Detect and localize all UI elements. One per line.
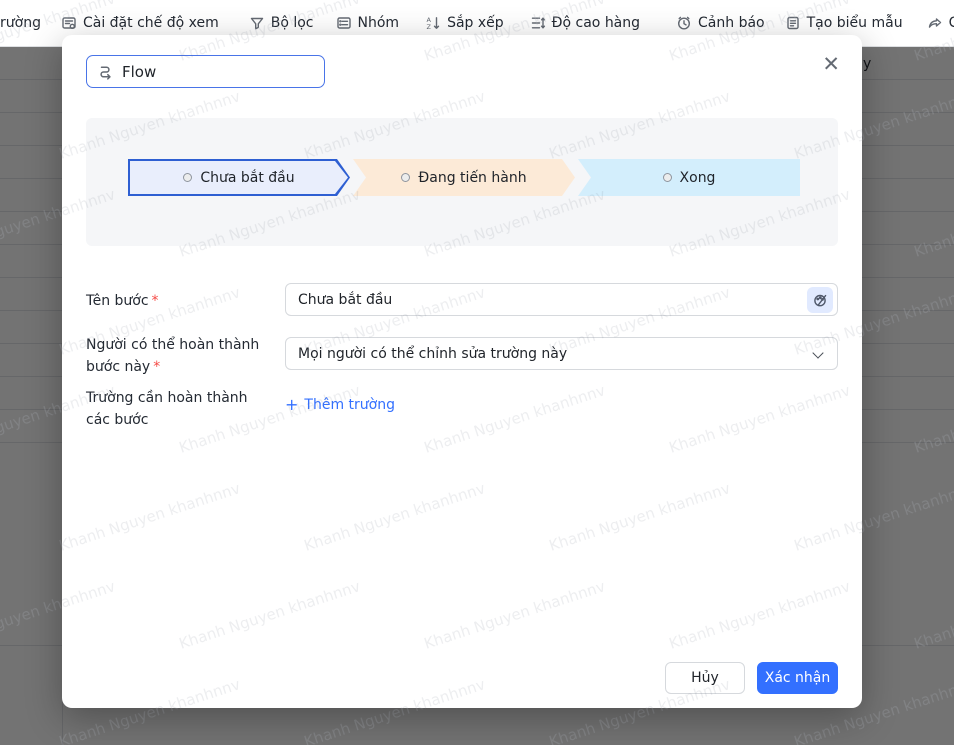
toolbar-item-sort[interactable]: A Z Sắp xếp	[425, 15, 504, 31]
palette-icon	[813, 293, 828, 308]
flow-step-done[interactable]: Xong	[578, 159, 800, 196]
toolbar-item-create-form[interactable]: Tạo biểu mẫu	[785, 15, 903, 31]
toolbar-item-label: Chia sẻ chế độ xem	[949, 15, 954, 31]
svg-text:Z: Z	[427, 23, 432, 31]
form-icon	[785, 15, 801, 31]
toolbar-item-label: Độ cao hàng	[552, 15, 640, 31]
step-name-field[interactable]: Chưa bắt đầu	[285, 283, 838, 316]
alarm-clock-icon	[676, 15, 692, 31]
step-name-value: Chưa bắt đầu	[298, 292, 392, 308]
add-field-label: Thêm trường	[304, 397, 395, 413]
workflow-icon	[97, 63, 114, 80]
toolbar-item-filter[interactable]: Bộ lọc	[249, 15, 314, 31]
confirm-button[interactable]: Xác nhận	[757, 662, 838, 694]
add-field-link[interactable]: + Thêm trường	[285, 397, 395, 413]
toolbar-item-label: Sắp xếp	[447, 15, 504, 31]
completer-label: Người có thể hoàn thành bước này*	[86, 334, 271, 378]
cancel-button[interactable]: Hủy	[665, 662, 745, 694]
flow-settings-dialog: Flow ✕ Chưa bắt đầu Đang tiến hành	[62, 35, 862, 708]
toolbar-item-view-settings[interactable]: Cài đặt chế độ xem	[61, 15, 219, 31]
toolbar-item-fields[interactable]: rường	[0, 15, 41, 31]
toolbar-item-label: rường	[0, 15, 41, 31]
required-marker: *	[152, 293, 159, 309]
flow-step-in-progress[interactable]: Đang tiến hành	[353, 159, 575, 196]
sort-icon: A Z	[425, 15, 441, 31]
step-name-label: Tên bước*	[86, 290, 271, 312]
step-status-dot-icon	[663, 173, 672, 182]
flow-step-not-started[interactable]: Chưa bắt đầu	[128, 159, 350, 196]
step-color-button[interactable]	[807, 287, 833, 313]
completer-select[interactable]: Mọi người có thể chỉnh sửa trường này	[285, 337, 838, 370]
flow-steps: Chưa bắt đầu Đang tiến hành Xong	[128, 159, 800, 196]
toolbar-item-label: Cài đặt chế độ xem	[83, 15, 219, 31]
required-marker: *	[153, 359, 160, 375]
toolbar-item-group[interactable]: Nhóm	[336, 15, 400, 31]
toolbar-item-label: Cảnh báo	[698, 15, 765, 31]
label-text: Người có thể hoàn thành bước này	[86, 337, 259, 375]
view-settings-icon	[61, 15, 77, 31]
screen: rường Cài đặt chế độ xem Bộ lọc Nhóm A Z	[0, 0, 954, 745]
flow-name-input[interactable]: Flow	[86, 55, 325, 88]
close-icon[interactable]: ✕	[822, 54, 840, 75]
toolbar-item-label: Nhóm	[358, 15, 400, 31]
toolbar-item-alert[interactable]: Cảnh báo	[676, 15, 765, 31]
toolbar-item-label: Tạo biểu mẫu	[807, 15, 903, 31]
flow-preview-panel: Chưa bắt đầu Đang tiến hành Xong	[86, 118, 838, 246]
toolbar-item-label: Bộ lọc	[271, 15, 314, 31]
label-text: Trường cần hoàn thành các bước	[86, 390, 248, 428]
toolbar-item-row-height[interactable]: Độ cao hàng	[530, 15, 640, 31]
step-label: Đang tiến hành	[418, 170, 526, 186]
toolbar-item-share-view[interactable]: Chia sẻ chế độ xem	[927, 15, 954, 31]
step-label: Chưa bắt đầu	[200, 170, 294, 186]
filter-icon	[249, 15, 265, 31]
label-text: Tên bước	[86, 293, 149, 309]
plus-icon: +	[285, 397, 298, 413]
completer-value: Mọi người có thể chỉnh sửa trường này	[298, 346, 567, 362]
group-icon	[336, 15, 352, 31]
row-height-icon	[530, 15, 546, 31]
flow-name-value: Flow	[122, 63, 156, 81]
required-fields-label: Trường cần hoàn thành các bước	[86, 387, 271, 431]
share-icon	[927, 15, 943, 31]
step-label: Xong	[680, 170, 716, 186]
chevron-down-icon	[812, 347, 823, 358]
